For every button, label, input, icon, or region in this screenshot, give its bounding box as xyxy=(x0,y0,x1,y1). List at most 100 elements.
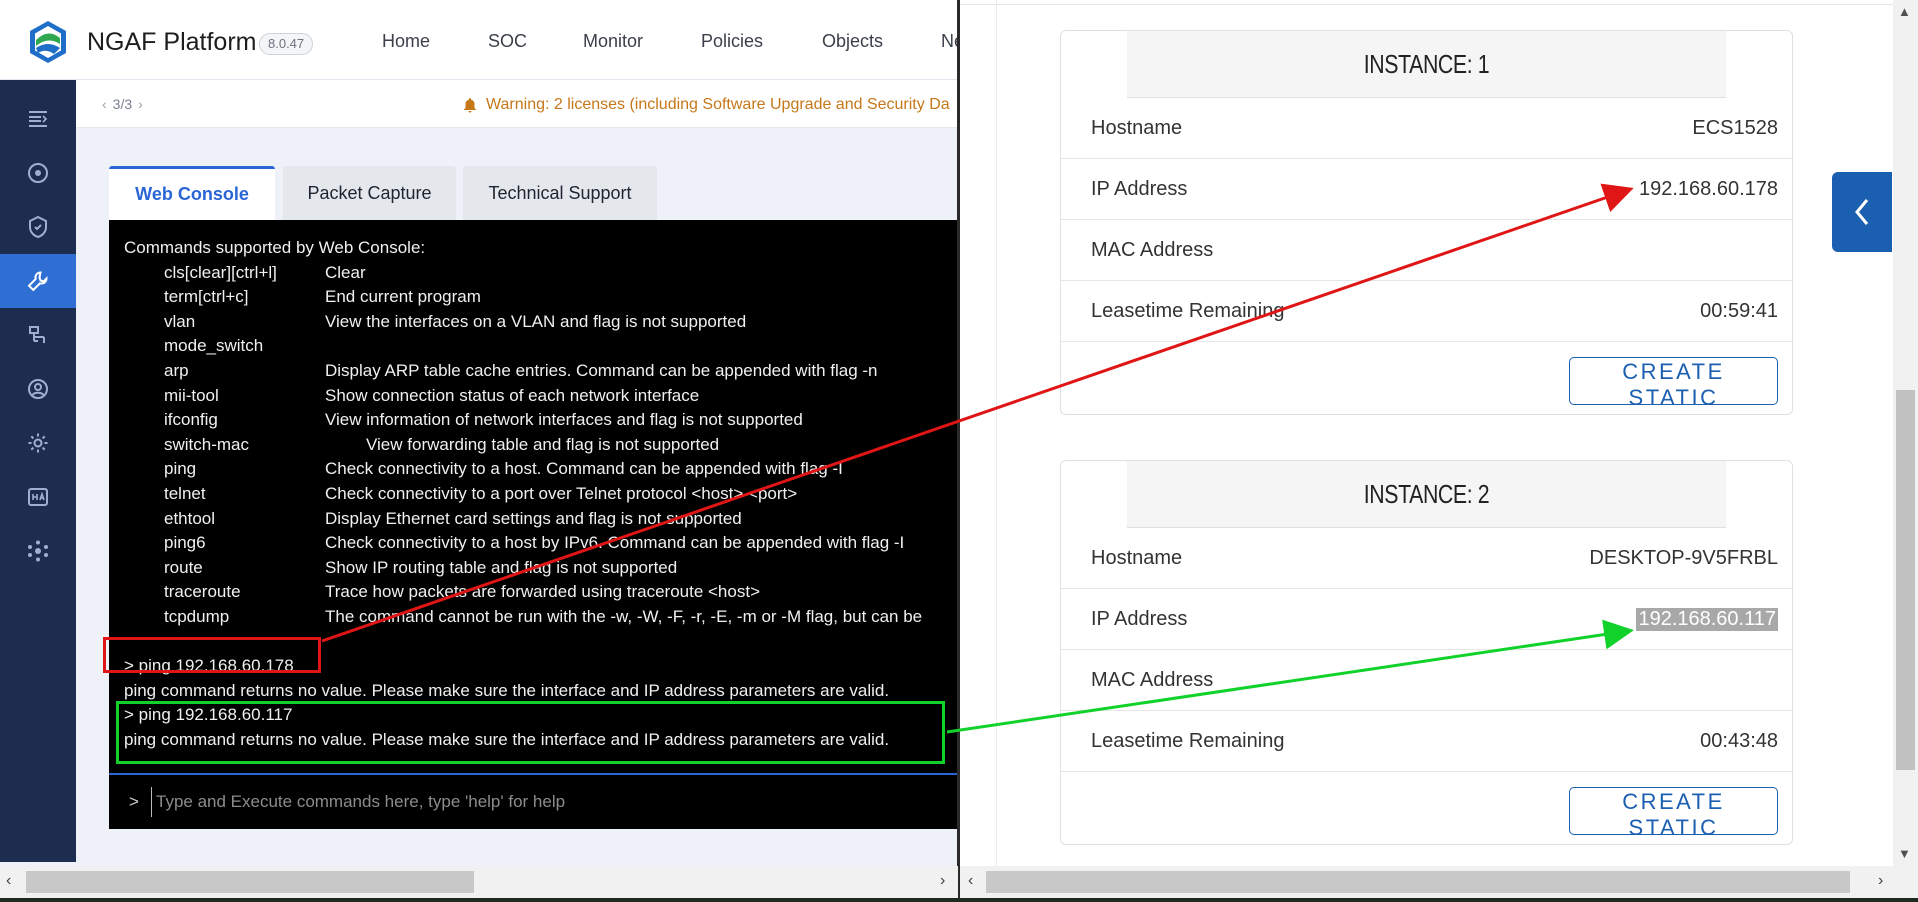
ip-address-value-selected[interactable]: 192.168.60.117 xyxy=(1636,608,1778,631)
command-row: term[ctrl+c] End current program xyxy=(124,285,958,310)
command-description: Check connectivity to a host. Command ca… xyxy=(325,459,843,479)
scroll-up-arrow-icon[interactable]: ▲ xyxy=(1898,4,1911,19)
warning-pager: ‹ 3/3 › xyxy=(96,96,149,112)
nav-monitor[interactable]: Monitor xyxy=(583,31,643,52)
scrollbar-thumb[interactable] xyxy=(1896,390,1915,770)
leasetime-value: 00:43:48 xyxy=(1700,730,1778,752)
scroll-right-arrow-icon[interactable]: › xyxy=(1878,872,1883,890)
create-static-button[interactable]: CREATE STATIC xyxy=(1569,787,1778,840)
collapse-panel-button[interactable] xyxy=(1832,172,1892,252)
nav-network-truncated[interactable]: Ne xyxy=(941,31,958,52)
right-horizontal-scrollbar[interactable]: ‹ › xyxy=(960,866,1918,898)
command-description: The command cannot be run with the -w, -… xyxy=(325,606,923,626)
command-description: View forwarding table and flag is not su… xyxy=(366,434,720,454)
row-label: IP Address xyxy=(1091,178,1188,200)
command-name: ping6 xyxy=(164,533,206,553)
dhcp-leases-window: INSTANCE: 1 Hostname ECS1528 IP Address … xyxy=(960,0,1918,898)
hostname-row: Hostname DESKTOP-9V5FRBL xyxy=(1061,528,1792,589)
sidebar-item-network[interactable] xyxy=(0,308,76,362)
ngaf-logo-icon xyxy=(30,21,66,63)
row-label: Leasetime Remaining xyxy=(1091,300,1285,322)
sidebar-item-cluster[interactable] xyxy=(0,524,76,578)
gear-icon xyxy=(28,433,48,453)
tab-packet-capture[interactable]: Packet Capture xyxy=(283,166,456,220)
license-warning-text[interactable]: Warning: 2 licenses (including Software … xyxy=(486,96,950,114)
console-input-row: > xyxy=(109,773,958,829)
nav-home[interactable]: Home xyxy=(382,31,430,52)
sidebar-item-users[interactable] xyxy=(0,362,76,416)
command-row: mode_switch xyxy=(124,334,958,359)
sidebar-item-dashboard[interactable] xyxy=(0,146,76,200)
command-description: Clear xyxy=(325,262,366,282)
brand-name: NGAF Platform xyxy=(87,28,257,56)
command-row: cls[clear][ctrl+l] Clear xyxy=(124,261,958,286)
instance-card: INSTANCE: 2 Hostname DESKTOP-9V5FRBL IP … xyxy=(1060,460,1793,845)
pager-count: 3/3 xyxy=(112,96,133,112)
instance-title: INSTANCE: 1 xyxy=(1126,31,1727,98)
command-name: ping xyxy=(164,459,197,479)
scroll-left-arrow-icon[interactable]: ‹ xyxy=(6,872,11,890)
command-row: ping6 Check connectivity to a host by IPv… xyxy=(124,531,958,556)
hostname-value: DESKTOP-9V5FRBL xyxy=(1589,547,1778,569)
console-prompt: > xyxy=(129,792,139,811)
command-row: ethtool Display Ethernet card settings an… xyxy=(124,507,958,532)
leasetime-value: 00:59:41 xyxy=(1700,300,1778,322)
sidebar-item-ha[interactable] xyxy=(0,470,76,524)
command-description: View information of network interfaces a… xyxy=(325,410,803,430)
command-name: route xyxy=(164,557,203,577)
tab-technical-support[interactable]: Technical Support xyxy=(463,166,657,220)
hostname-value: ECS1528 xyxy=(1692,117,1778,139)
nav-objects[interactable]: Objects xyxy=(822,31,883,52)
command-name: telnet xyxy=(164,483,206,503)
row-label: IP Address xyxy=(1091,608,1188,630)
wrench-icon xyxy=(27,271,48,292)
sidebar-item-settings[interactable] xyxy=(0,416,76,470)
command-description: Trace how packets are forwarded using tr… xyxy=(325,582,760,602)
network-icon xyxy=(29,326,45,343)
tab-web-console[interactable]: Web Console xyxy=(109,166,275,220)
bell-icon xyxy=(464,98,476,113)
sidebar-item-security[interactable] xyxy=(0,200,76,254)
console-session-line: ping command returns no value. Please ma… xyxy=(124,680,890,700)
nav-policies[interactable]: Policies xyxy=(701,31,763,52)
row-label: Leasetime Remaining xyxy=(1091,730,1285,752)
console-output: Commands supported by Web Console: cls[c… xyxy=(124,236,958,752)
command-name: ifconfig xyxy=(164,410,218,430)
command-row: ping Check connectivity to a host. Comman… xyxy=(124,457,958,482)
card-footer: CREATE STATIC xyxy=(1061,342,1792,414)
command-description: Show IP routing table and flag is not su… xyxy=(325,557,678,577)
scrollbar-thumb[interactable] xyxy=(986,871,1850,893)
command-description: Display Ethernet card settings and flag … xyxy=(325,508,742,528)
sidebar-menu-toggle[interactable] xyxy=(0,92,76,146)
console-command-input[interactable] xyxy=(151,787,931,817)
pager-prev-button[interactable]: ‹ xyxy=(96,96,113,112)
nav-soc[interactable]: SOC xyxy=(488,31,527,52)
command-description: Display ARP table cache entries. Command… xyxy=(325,360,878,380)
scroll-right-arrow-icon[interactable]: › xyxy=(940,872,945,890)
taskbar-edge xyxy=(0,898,1918,902)
pager-next-button[interactable]: › xyxy=(132,96,149,112)
scroll-left-arrow-icon[interactable]: ‹ xyxy=(968,872,973,890)
warning-bar: ‹ 3/3 › Warning: 2 licenses (including Sof… xyxy=(76,80,958,128)
command-row: switch-mac View forwarding table and flag… xyxy=(124,433,958,458)
left-horizontal-scrollbar[interactable]: ‹ › xyxy=(0,866,958,898)
ngaf-window: NGAF Platform 8.0.47 Home SOC Monitor Po… xyxy=(0,0,958,898)
command-description: View the interfaces on a VLAN and flag i… xyxy=(325,311,747,331)
vertical-scrollbar[interactable]: ▲ ▼ xyxy=(1893,0,1918,866)
chevron-left-icon xyxy=(1855,199,1869,225)
scrollbar-thumb[interactable] xyxy=(26,871,474,893)
command-row: traceroute Trace how packets are forwarde… xyxy=(124,580,958,605)
ip-address-row: IP Address 192.168.60.178 xyxy=(1061,159,1792,220)
command-row: vlan View the interfaces on a VLAN and fl… xyxy=(124,310,958,335)
command-name: arp xyxy=(164,360,189,380)
create-static-button[interactable]: CREATE STATIC xyxy=(1569,357,1778,410)
command-description: Check connectivity to a host by IPv6. Co… xyxy=(325,533,905,553)
command-row: route Show IP routing table and flag is n… xyxy=(124,556,958,581)
sidebar-item-tools[interactable] xyxy=(0,254,76,308)
ha-icon xyxy=(28,488,48,506)
scroll-down-arrow-icon[interactable]: ▼ xyxy=(1898,846,1911,861)
leasetime-row: Leasetime Remaining 00:43:48 xyxy=(1061,711,1792,772)
dashboard-icon xyxy=(28,163,48,183)
top-border xyxy=(960,4,1918,5)
cluster-icon xyxy=(28,540,48,562)
